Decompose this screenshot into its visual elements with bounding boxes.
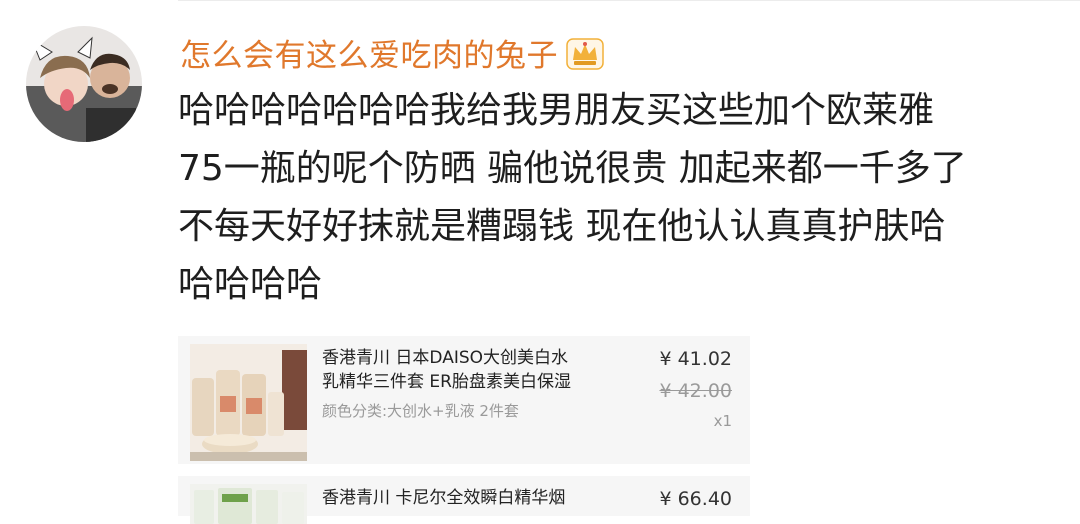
comment-text: 哈哈哈哈哈哈哈我给我男朋友买这些加个欧莱雅 75一瓶的呢个防晒 骗他说很贵 加起… [178,82,1048,314]
crown-icon [566,36,604,70]
order-card[interactable]: 香港青川 日本DAISO大创美白水 乳精华三件套 ER胎盘素美白保湿 颜色分类:… [178,336,750,464]
comment-line: 哈哈哈哈 [178,264,323,305]
username-text: 怎么会有这么爱吃肉的兔子 [180,38,558,74]
comment-line: 哈哈哈哈哈哈哈我给我男朋友买这些加个欧莱雅 [178,90,935,131]
product-price: ¥ 66.40 [659,488,732,510]
product-title-line: 乳精华三件套 ER胎盘素美白保湿 [322,372,571,392]
product-variant: 颜色分类:大创水+乳液 2件套 [322,402,519,420]
product-quantity: x1 [713,412,732,430]
comment-line: 不每天好好抹就是糟蹋钱 现在他认认真真护肤哈 [178,206,946,247]
product-price: ¥ 41.02 [659,348,732,370]
original-price: ¥ 42.00 [659,380,732,402]
avatar-photo [26,26,142,142]
product-thumbnail [190,344,307,461]
order-card[interactable]: 香港青川 卡尼尔全效瞬白精华烟 ¥ 66.40 [178,476,750,524]
top-divider [178,0,1080,1]
username[interactable]: 怎么会有这么爱吃肉的兔子 [180,30,604,75]
product-title: 香港青川 日本DAISO大创美白水 乳精华三件套 ER胎盘素美白保湿 [322,346,622,394]
product-title-line: 香港青川 日本DAISO大创美白水 [322,348,569,368]
comment-line: 75一瓶的呢个防晒 骗他说很贵 加起来都一千多了 [178,148,967,189]
product-title-line: 香港青川 卡尼尔全效瞬白精华烟 [322,488,566,508]
avatar[interactable] [26,26,142,142]
product-title: 香港青川 卡尼尔全效瞬白精华烟 [322,486,622,510]
product-thumbnail [190,484,307,524]
